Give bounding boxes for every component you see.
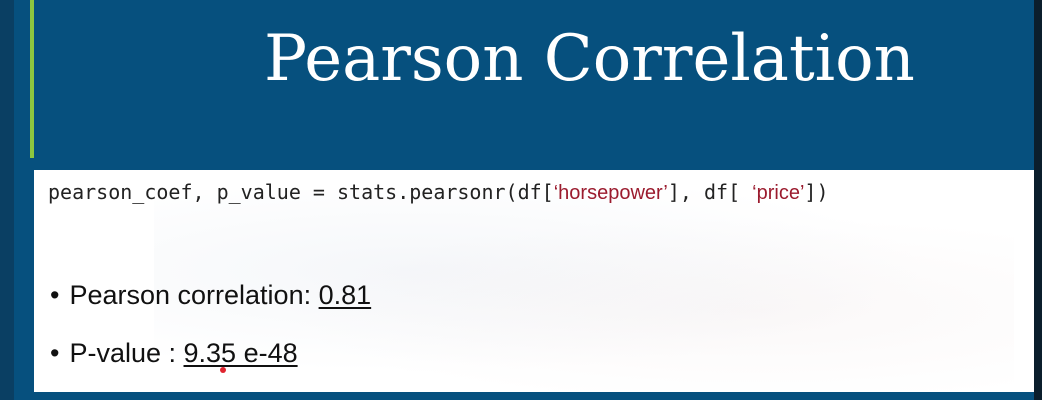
pearson-correlation-value: 0.81 xyxy=(318,280,372,310)
bullet-pearson-correlation: • Pearson correlation: 0.81 xyxy=(50,280,371,311)
pointer-dot xyxy=(219,367,226,373)
p-value-wrap: 9.35 e-48 xyxy=(183,338,298,373)
bullet-p-value: • P-value : 9.35 e-48 xyxy=(50,338,298,373)
bullet-label: P-value : xyxy=(69,338,184,368)
left-edge-strip xyxy=(0,0,14,400)
code-line: pearson_coef, p_value = stats.pearsonr(d… xyxy=(48,180,829,205)
code-string-price: ‘price’ xyxy=(752,182,805,204)
p-value-value: 9.35 e-48 xyxy=(183,338,298,368)
code-middle: ], df[ xyxy=(667,180,753,204)
accent-bar xyxy=(30,0,34,158)
code-suffix: ]) xyxy=(804,180,829,204)
slide: Pearson Correlation pearson_coef, p_valu… xyxy=(0,0,1042,400)
right-edge-strip xyxy=(1034,0,1042,400)
bullet-marker: • xyxy=(50,338,60,368)
code-prefix: pearson_coef, p_value = stats.pearsonr(d… xyxy=(48,180,554,204)
bullet-label: Pearson correlation: xyxy=(69,280,319,310)
bullet-marker: • xyxy=(50,280,60,310)
code-string-horsepower: ‘horsepower’ xyxy=(553,182,668,204)
content-panel: pearson_coef, p_value = stats.pearsonr(d… xyxy=(34,170,1034,392)
slide-title: Pearson Correlation xyxy=(264,22,915,96)
